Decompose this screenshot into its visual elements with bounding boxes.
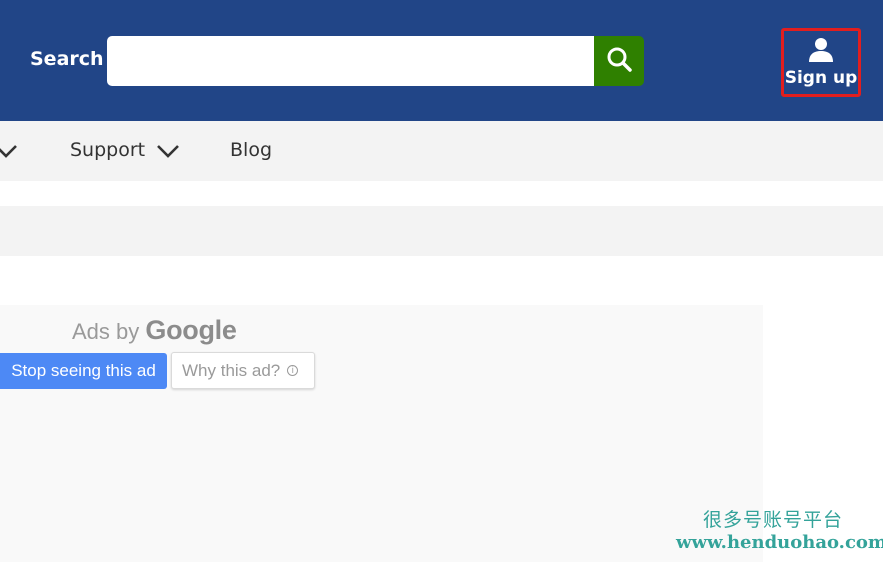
nav-item-blog[interactable]: Blog [230,139,272,161]
site-header: Search Sign up [0,0,883,121]
nav-item-support[interactable]: Support [70,139,145,161]
page: Search Sign up Support Blog Ads by Googl… [0,0,883,562]
ads-by-prefix: Ads by [72,319,140,344]
search-input[interactable] [107,36,595,86]
info-icon: i [287,365,299,376]
ads-by-google: Ads by Google [72,315,237,346]
stop-seeing-ad-label: Stop seeing this ad [11,361,156,380]
search-icon [606,46,632,76]
why-this-ad-button[interactable]: Why this ad? i [171,352,315,389]
support-chevron-down-icon[interactable] [156,143,180,163]
stop-seeing-ad-button[interactable]: Stop seeing this ad [0,353,167,389]
signup-button[interactable]: Sign up [781,28,861,97]
user-icon [808,36,834,66]
watermark-text: 很多号账号平台 [703,509,844,531]
search-button[interactable] [594,36,644,86]
nav-item-0-chevron-down-icon[interactable] [0,143,18,163]
content-band [0,206,883,256]
why-this-ad-label: Why this ad? [182,360,281,380]
google-logo: Google [145,315,237,345]
signup-label: Sign up [784,68,858,88]
watermark-url: www.henduohao.com [676,532,883,553]
main-nav: Support Blog [0,121,883,181]
search-label: Search [30,48,104,70]
